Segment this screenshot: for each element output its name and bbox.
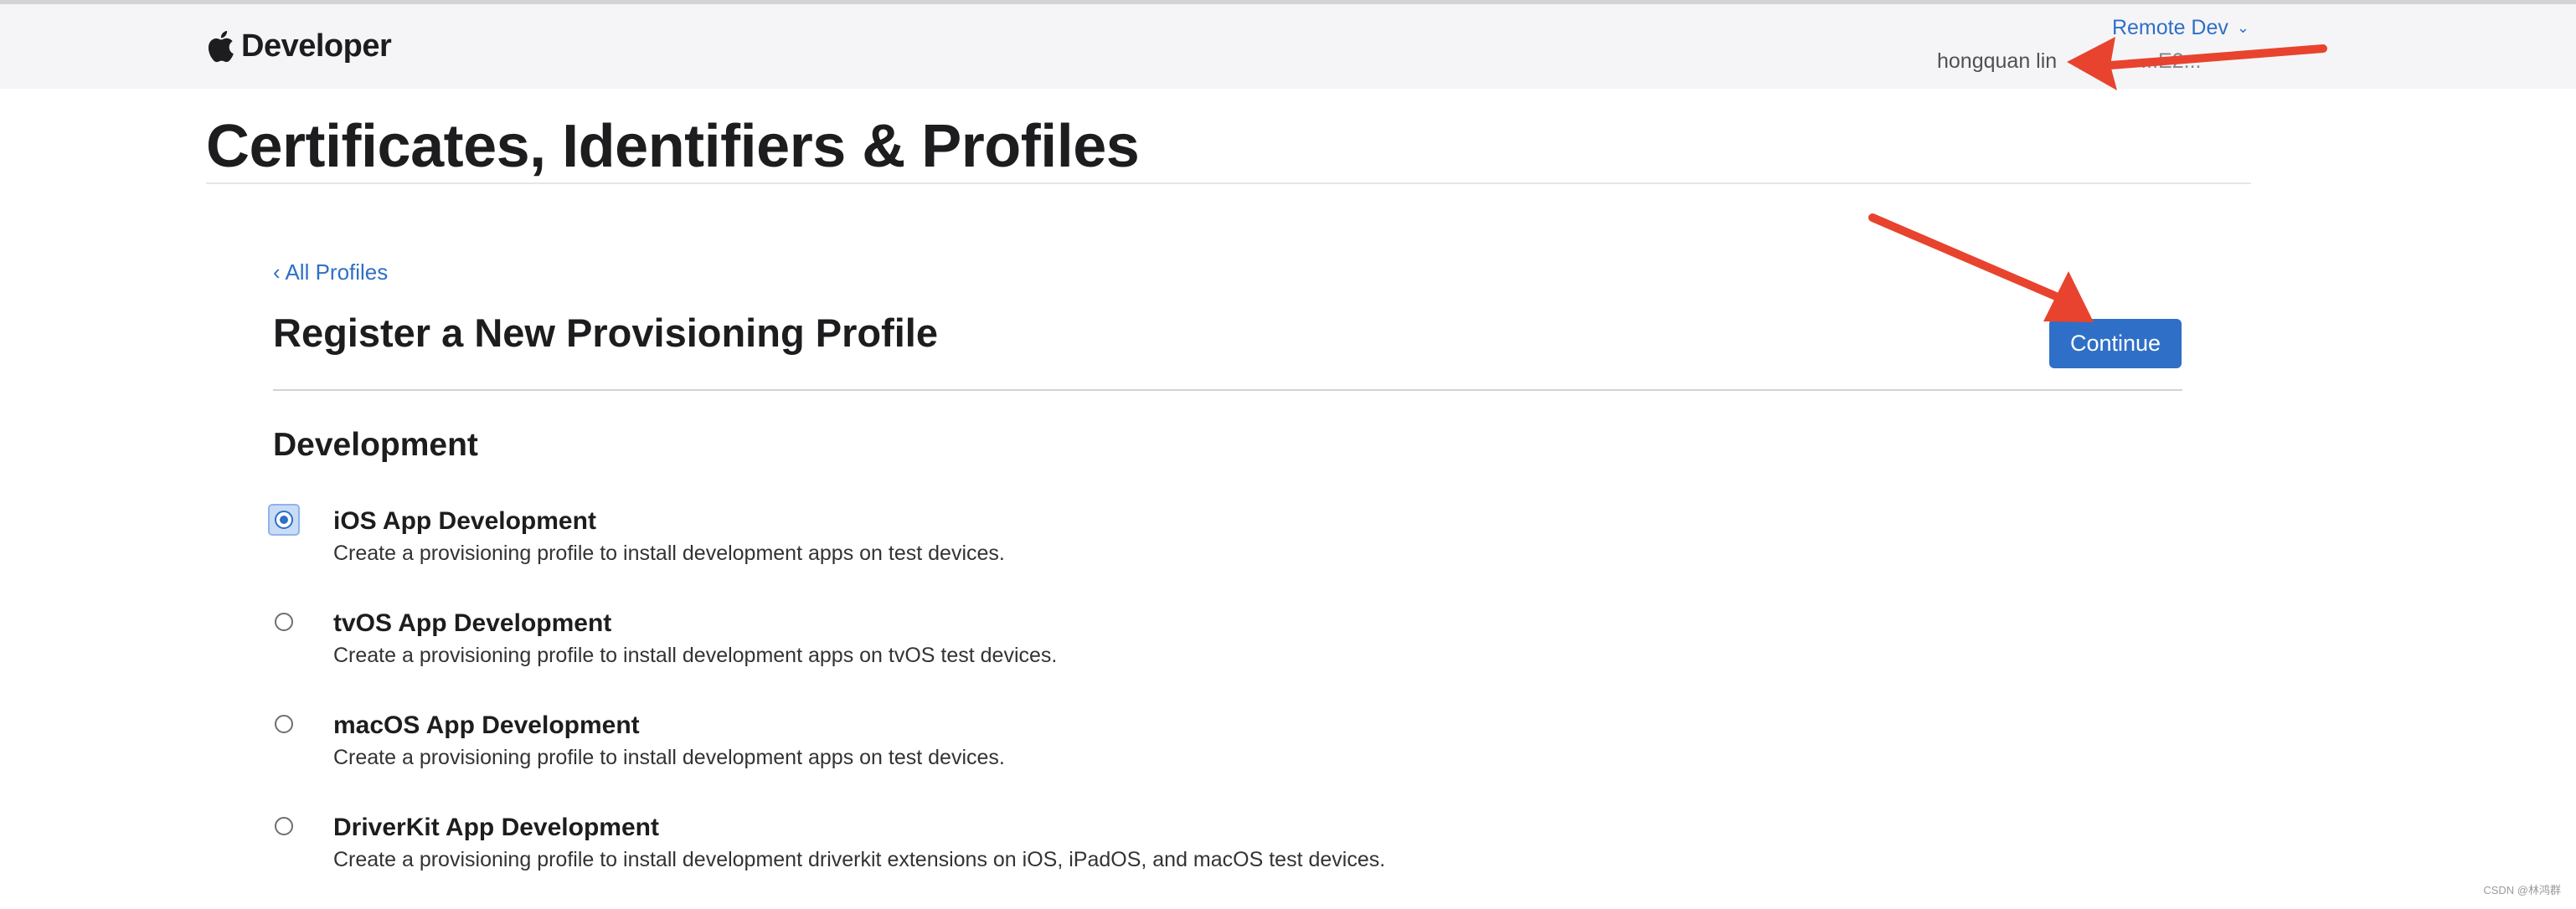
title-divider bbox=[206, 182, 2251, 184]
team-name: Remote Dev bbox=[2111, 16, 2228, 39]
option-label: iOS App Development bbox=[333, 507, 596, 535]
chevron-down-icon: ⌄ bbox=[2236, 19, 2249, 36]
user-name: hongquan lin bbox=[1937, 49, 2058, 73]
account-info: hongquan lin ...E2... bbox=[1937, 49, 2201, 74]
watermark: CSDN @林鸿群 bbox=[2483, 884, 2561, 896]
radio-button[interactable] bbox=[275, 817, 293, 835]
option-label: tvOS App Development bbox=[333, 609, 612, 637]
section-title: Register a New Provisioning Profile bbox=[273, 311, 938, 355]
page-title: Certificates, Identifiers & Profiles bbox=[206, 113, 1140, 180]
apple-logo-icon bbox=[208, 30, 234, 63]
radio-wrap[interactable] bbox=[268, 708, 300, 740]
option-driverkit-app-development[interactable]: DriverKit App Development Create a provi… bbox=[268, 810, 1943, 886]
global-nav: Developer Remote Dev ⌄ hongquan lin ...E2… bbox=[0, 4, 2576, 89]
continue-button[interactable]: Continue bbox=[2049, 319, 2182, 368]
all-profiles-link[interactable]: ‹ All Profiles bbox=[273, 259, 388, 285]
radio-button[interactable] bbox=[275, 511, 293, 529]
option-description: Create a provisioning profile to install… bbox=[333, 746, 1005, 769]
group-title-development: Development bbox=[273, 427, 478, 463]
radio-button[interactable] bbox=[275, 715, 293, 733]
brand-text: Developer bbox=[241, 28, 392, 64]
radio-focus-ring[interactable] bbox=[268, 504, 300, 536]
section-divider bbox=[273, 389, 2182, 391]
option-description: Create a provisioning profile to install… bbox=[333, 542, 1005, 565]
option-label: macOS App Development bbox=[333, 711, 640, 739]
option-description: Create a provisioning profile to install… bbox=[333, 644, 1058, 667]
radio-wrap[interactable] bbox=[268, 606, 300, 638]
annotation-arrow-continue bbox=[1868, 213, 2094, 322]
option-macos-app-development[interactable]: macOS App Development Create a provision… bbox=[268, 708, 1943, 783]
option-label: DriverKit App Development bbox=[333, 814, 659, 841]
radio-button[interactable] bbox=[275, 613, 293, 631]
option-description: Create a provisioning profile to install… bbox=[333, 848, 1386, 871]
team-switcher[interactable]: Remote Dev ⌄ bbox=[2112, 16, 2249, 40]
radio-wrap[interactable] bbox=[268, 810, 300, 842]
option-tvos-app-development[interactable]: tvOS App Development Create a provisioni… bbox=[268, 606, 1943, 681]
option-ios-app-development[interactable]: iOS App Development Create a provisionin… bbox=[268, 504, 1943, 579]
developer-logo[interactable]: Developer bbox=[206, 23, 392, 69]
team-id: ...E2... bbox=[2141, 49, 2202, 73]
